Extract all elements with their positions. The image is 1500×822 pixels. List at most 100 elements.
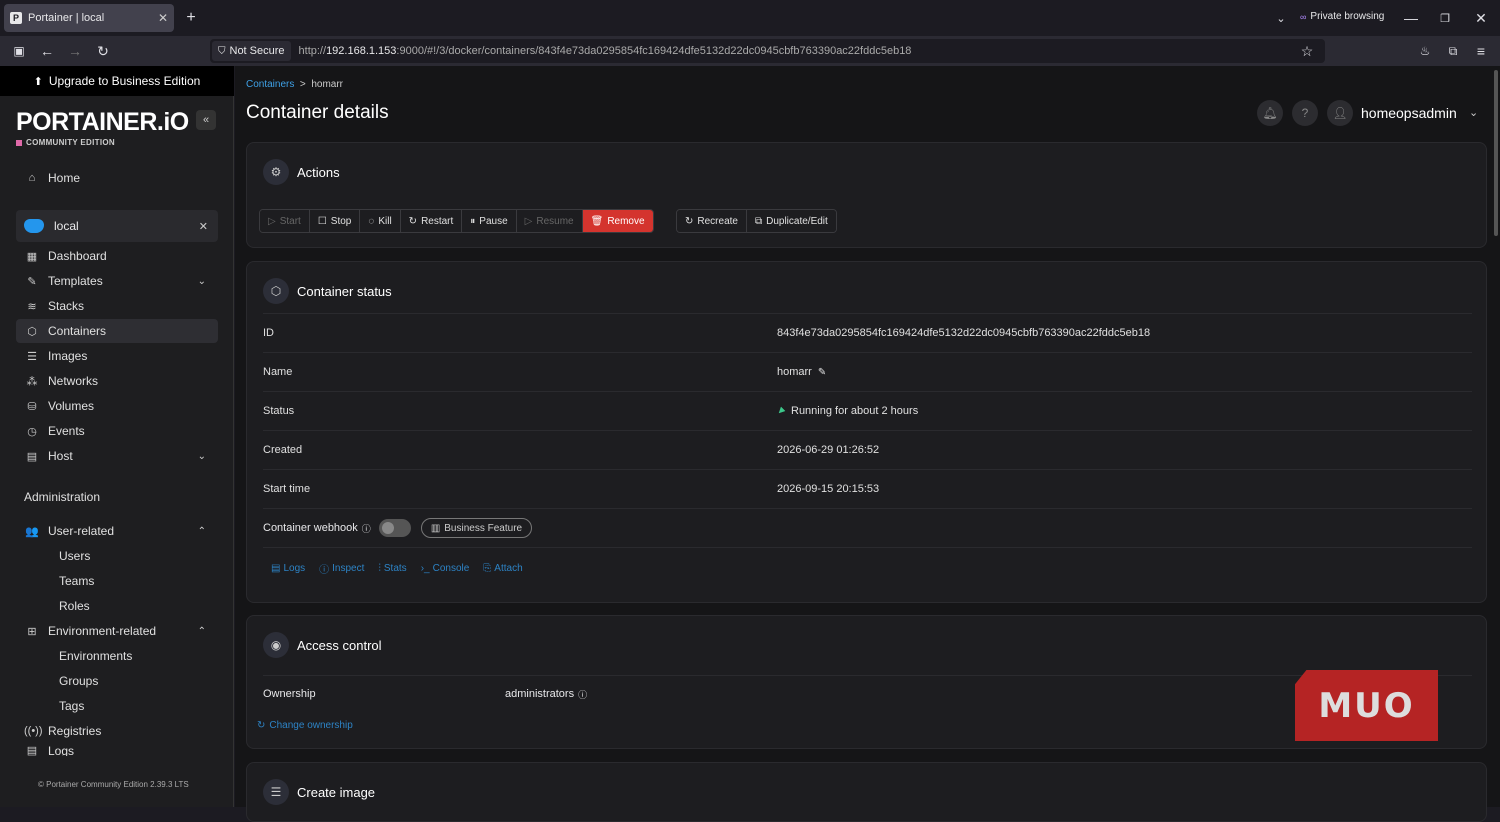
bookmark-star-icon[interactable]: ☆ (1298, 42, 1316, 60)
breadcrumb-containers-link[interactable]: Containers (246, 79, 294, 90)
attach-link[interactable]: ⎘ Attach (483, 561, 522, 576)
sidebar-item-label: Templates (48, 274, 103, 288)
sidebar-item-host[interactable]: ▤ Host ⌄ (16, 444, 218, 468)
sidebar-item-label: Home (48, 171, 81, 185)
menu-icon[interactable]: ≡ (1472, 42, 1490, 60)
sidebar-item-containers[interactable]: ⬡ Containers (16, 319, 218, 343)
sidebar-item-events[interactable]: ◷ Events (16, 419, 218, 443)
chevron-up-icon[interactable]: ⌃ (198, 626, 206, 637)
chevron-down-icon[interactable]: ⌄ (198, 276, 206, 287)
environment-selector[interactable]: local ✕ (16, 210, 218, 242)
actions-title: Actions (297, 164, 340, 180)
upgrade-icon: ⬆ (33, 75, 43, 88)
help-icon[interactable]: ? (1292, 100, 1318, 126)
url-host: 192.168.1.153 (326, 45, 397, 57)
stop-button[interactable]: ☐ Stop (309, 210, 361, 232)
sidebar-item-templates[interactable]: ✎ Templates ⌄ (16, 269, 218, 293)
user-menu-chevron-icon[interactable]: ⌄ (1469, 106, 1478, 119)
pause-button[interactable]: ⏸︎ Pause (462, 210, 517, 232)
sidebar-item-environments[interactable]: Environments (59, 646, 132, 666)
restart-button[interactable]: ↻ Restart (400, 210, 463, 232)
url-prefix: http:// (298, 45, 327, 57)
status-row-start-time: Start time 2026-09-15 20:15:53 (263, 470, 1472, 509)
sidebar-item-dashboard[interactable]: ▦ Dashboard (16, 244, 218, 268)
upgrade-banner[interactable]: ⬆ Upgrade to Business Edition (0, 66, 234, 96)
quick-actions-links: ▤ Logs ⓘ Inspect ⫶ Stats ›_ Console ⎘ Attach (271, 561, 523, 576)
user-avatar-icon[interactable]: 👤︎ (1327, 100, 1353, 126)
row-value: Running for about 2 hours (777, 405, 918, 417)
status-row-id: ID 843f4e73da0295854fc169424dfe5132d22dc… (263, 314, 1472, 353)
sidebar-item-stacks[interactable]: ≋ Stacks (16, 294, 218, 318)
forward-arrow-icon[interactable]: → (66, 42, 84, 60)
help-circle-icon[interactable]: ⓘ (362, 522, 371, 535)
breadcrumb-separator: > (299, 79, 306, 90)
not-secure-badge[interactable]: ⛉ Not Secure (212, 41, 291, 61)
help-circle-icon[interactable]: ⓘ (578, 688, 587, 701)
row-value: 2026-09-15 20:15:53 (777, 483, 879, 495)
back-arrow-icon[interactable]: ← (38, 42, 56, 60)
resume-button[interactable]: ▷ Resume (516, 210, 583, 232)
edition-text: COMMUNITY EDITION (26, 138, 115, 147)
list-tabs-chevron-icon[interactable]: ⌄ (1272, 9, 1290, 27)
sidebar-item-registries[interactable]: ((•)) Registries (16, 719, 218, 743)
chevron-down-icon[interactable]: ⌄ (198, 451, 206, 462)
url-path: :9000/#!/3/docker/containers/843f4e73da0… (396, 45, 912, 57)
upgrade-label: Upgrade to Business Edition (48, 74, 201, 88)
edition-label: COMMUNITY EDITION (16, 138, 115, 147)
username[interactable]: homeopsadmin (1361, 105, 1457, 121)
browser-tab[interactable]: P Portainer | local ✕ (4, 4, 174, 32)
duplicate-edit-button[interactable]: ⧉ Duplicate/Edit (746, 210, 836, 232)
url-text[interactable]: http://192.168.1.153:9000/#!/3/docker/co… (299, 45, 912, 57)
edit-icon[interactable]: ✎ (818, 367, 826, 378)
row-value: 2026-06-29 01:26:52 (777, 444, 879, 456)
fire-icon[interactable]: ♨ (1416, 42, 1434, 60)
sidebar-item-environment-related[interactable]: ⊞ Environment-related ⌃ (16, 619, 218, 643)
webhook-toggle[interactable] (378, 519, 411, 537)
muo-watermark-logo: MUO (1295, 670, 1438, 741)
button-label: Pause (479, 215, 508, 227)
sidebar-item-users[interactable]: Users (59, 546, 90, 566)
business-feature-badge[interactable]: ▥ Business Feature (420, 518, 533, 538)
page-scrollbar[interactable] (1494, 70, 1498, 236)
extensions-icon[interactable]: ⧉ (1444, 42, 1462, 60)
notifications-bell-icon[interactable]: 🔔︎ (1257, 100, 1283, 126)
chevron-up-icon[interactable]: ⌃ (198, 526, 206, 537)
sidebar-item-home[interactable]: ⌂ Home (16, 166, 218, 190)
sidebar-item-networks[interactable]: ⁂ Networks (16, 369, 218, 393)
sidebar-item-volumes[interactable]: ⛁ Volumes (16, 394, 218, 418)
new-tab-icon[interactable]: + (182, 9, 200, 27)
sidebar-item-user-related[interactable]: 👥 User-related ⌃ (16, 519, 218, 543)
inspect-link[interactable]: ⓘ Inspect (319, 561, 364, 576)
sidebar-item-tags[interactable]: Tags (59, 696, 84, 716)
sidebar-item-roles[interactable]: Roles (59, 596, 90, 616)
portainer-logo[interactable]: PORTAINER.iO (16, 108, 189, 137)
sidebar-toggle-icon[interactable]: ▣ (10, 42, 28, 60)
minimize-icon[interactable]: — (1402, 9, 1420, 27)
status-row-created: Created 2026-06-29 01:26:52 (263, 431, 1472, 470)
sidebar-footer: © Portainer Community Edition 2.39.3 LTS (38, 780, 189, 789)
close-environment-icon[interactable]: ✕ (199, 220, 208, 233)
logs-link[interactable]: ▤ Logs (271, 561, 305, 576)
play-icon: ▷ (524, 215, 533, 227)
reload-icon[interactable]: ↻ (94, 42, 112, 60)
start-button[interactable]: ▷ Start (260, 210, 310, 232)
change-ownership-link[interactable]: ↻ Change ownership (257, 720, 353, 731)
stats-link[interactable]: ⫶ Stats (378, 561, 406, 576)
recreate-button[interactable]: ↻ Recreate (677, 210, 747, 232)
sidebar-item-teams[interactable]: Teams (59, 571, 94, 591)
kill-button[interactable]: ◌ Kill (360, 210, 401, 232)
container-name: homarr (777, 366, 812, 378)
access-control-title: Access control (297, 637, 382, 653)
tab-close-icon[interactable]: ✕ (158, 11, 168, 25)
sidebar-item-groups[interactable]: Groups (59, 671, 98, 691)
console-link[interactable]: ›_ Console (421, 561, 470, 576)
maximize-icon[interactable]: ❐ (1436, 9, 1454, 27)
sidebar-item-logs[interactable]: ▤ Logs (16, 744, 218, 756)
url-bar[interactable]: ⛉ Not Secure http://192.168.1.153:9000/#… (210, 39, 1325, 63)
window-close-icon[interactable]: ✕ (1472, 9, 1490, 27)
ownership-value: administrators ⓘ (505, 688, 587, 701)
remove-button[interactable]: 🗑︎ Remove (582, 210, 653, 232)
collapse-sidebar-button[interactable]: « (196, 110, 216, 130)
sidebar-item-images[interactable]: ☰ Images (16, 344, 218, 368)
button-label: Start (279, 215, 301, 227)
